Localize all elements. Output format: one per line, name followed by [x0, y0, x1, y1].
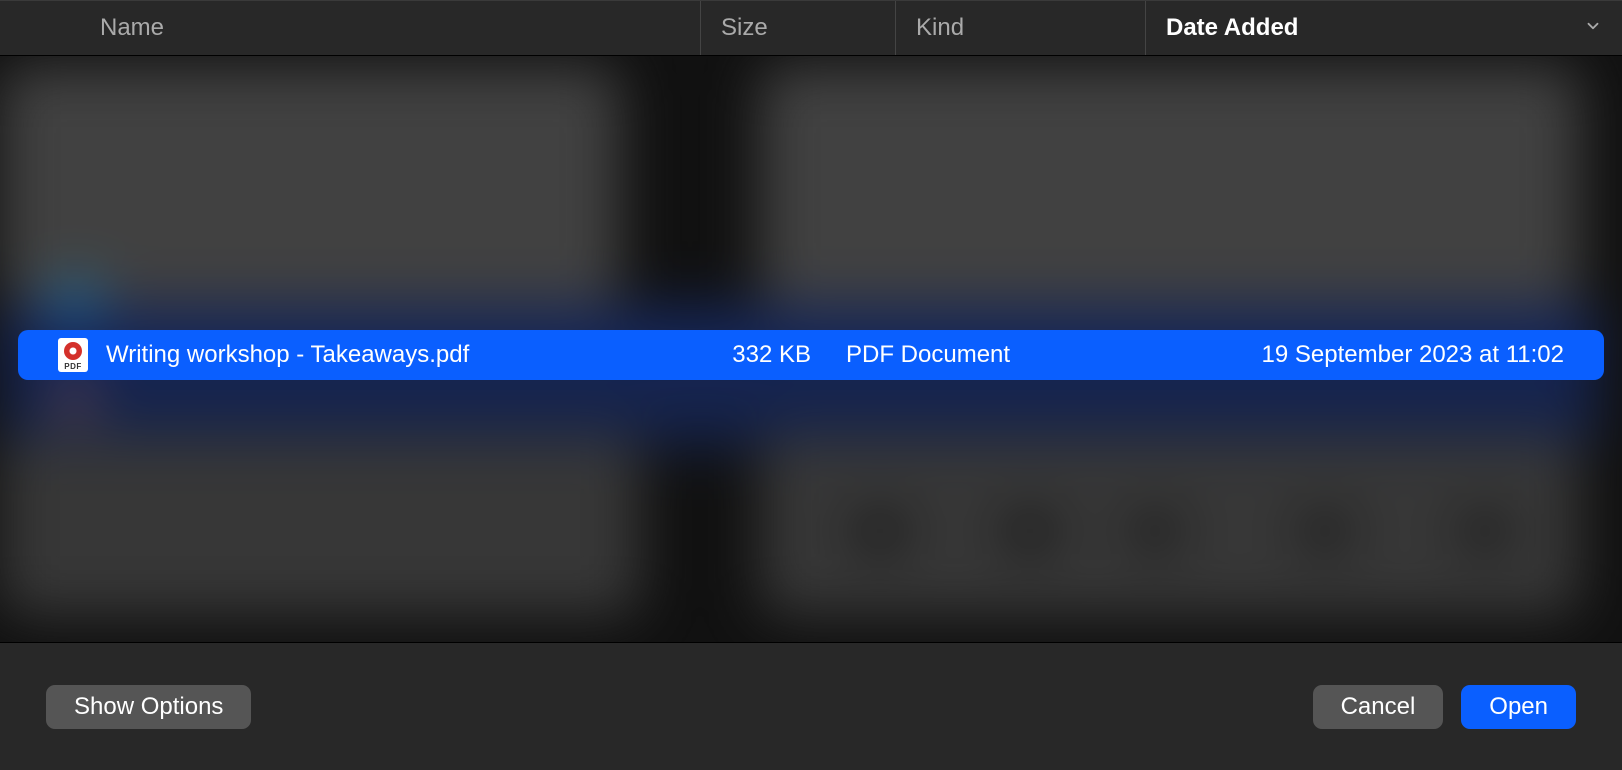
file-date-added: 19 September 2023 at 11:02: [1096, 341, 1604, 369]
file-list[interactable]: Writing workshop - Takeaways.pdf 332 KB …: [0, 56, 1622, 642]
column-header-size-label: Size: [721, 14, 768, 42]
file-row-selected[interactable]: Writing workshop - Takeaways.pdf 332 KB …: [18, 330, 1604, 380]
column-header-row: Name Size Kind Date Added: [0, 0, 1622, 56]
file-name: Writing workshop - Takeaways.pdf: [106, 341, 701, 369]
pdf-file-icon: [58, 338, 88, 372]
file-size: 332 KB: [701, 341, 846, 369]
column-header-size[interactable]: Size: [700, 1, 895, 55]
column-header-kind-label: Kind: [916, 14, 964, 42]
column-header-name-label: Name: [100, 14, 164, 42]
chevron-down-icon: [1584, 17, 1602, 35]
column-header-name[interactable]: Name: [40, 1, 700, 55]
column-header-date-added-label: Date Added: [1166, 14, 1298, 42]
file-kind: PDF Document: [846, 341, 1096, 369]
show-options-button[interactable]: Show Options: [46, 685, 251, 729]
column-header-date-added[interactable]: Date Added: [1145, 1, 1612, 55]
open-button[interactable]: Open: [1461, 685, 1576, 729]
column-header-kind[interactable]: Kind: [895, 1, 1145, 55]
sort-indicator: [1584, 14, 1602, 42]
cancel-button[interactable]: Cancel: [1313, 685, 1444, 729]
dialog-footer: Show Options Cancel Open: [0, 642, 1622, 770]
